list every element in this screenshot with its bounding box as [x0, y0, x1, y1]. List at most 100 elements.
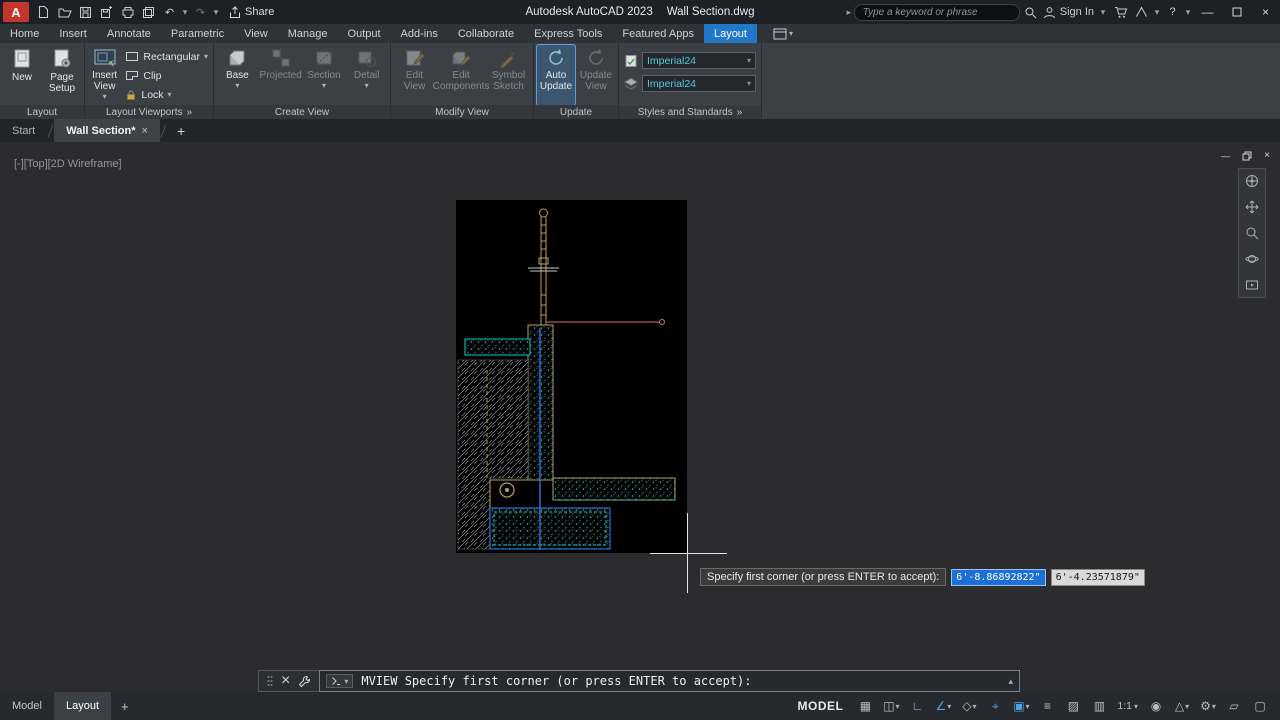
dynamic-input-x-field[interactable]: 6'-8.86892822" — [951, 569, 1045, 586]
transparency-toggle[interactable]: ▨ — [1061, 695, 1085, 717]
new-layout-tab-button[interactable]: + — [111, 699, 139, 714]
polar-tracking-toggle[interactable]: ∠▾ — [931, 695, 955, 717]
drag-grip-icon[interactable] — [267, 675, 273, 687]
layout-tab[interactable]: Layout — [54, 692, 111, 720]
command-history-icon[interactable]: ▴ — [1008, 676, 1013, 687]
orbit-button[interactable] — [1243, 250, 1261, 268]
window-close-button[interactable]: × — [1251, 0, 1280, 24]
ribbon-display-toggle[interactable]: ▾ — [767, 24, 799, 43]
panel-label-create-view[interactable]: Create View — [214, 105, 390, 119]
save-button[interactable] — [75, 0, 96, 24]
file-tab-wall-section[interactable]: Wall Section* × — [54, 119, 160, 142]
steering-wheel-button[interactable] — [1243, 172, 1261, 190]
lineweight-toggle[interactable]: ≡ — [1035, 695, 1059, 717]
search-input[interactable] — [854, 4, 1020, 21]
account-dropdown[interactable]: ▾ — [1152, 7, 1162, 18]
undo-button[interactable]: ↶ — [159, 0, 180, 24]
snap-mode-toggle[interactable]: ◫▾ — [879, 695, 903, 717]
panel-label-styles-standards[interactable]: Styles and Standards » — [619, 106, 761, 119]
save-as-button[interactable] — [96, 0, 117, 24]
panel-label-layout-viewports[interactable]: Layout Viewports » — [85, 105, 213, 119]
page-setup-button[interactable]: Page Setup — [43, 45, 81, 105]
lock-viewport-dropdown[interactable]: Lock ▾ — [123, 85, 210, 104]
dynamic-input-y-field[interactable]: 6'-4.23571879" — [1051, 569, 1145, 586]
tab-home[interactable]: Home — [0, 24, 49, 43]
section-view-button[interactable]: Section ▾ — [304, 45, 345, 105]
base-view-button[interactable]: Base ▾ — [217, 45, 258, 105]
panel-label-layout[interactable]: Layout — [0, 105, 84, 119]
application-menu-button[interactable]: A — [3, 2, 29, 22]
layout-paper[interactable] — [456, 200, 687, 553]
drafting-standard-select[interactable]: Imperial24 ▾ — [642, 52, 756, 69]
symbol-sketch-button[interactable]: Symbol Sketch — [487, 45, 530, 105]
tab-insert[interactable]: Insert — [49, 24, 97, 43]
customize-wrench-icon[interactable] — [298, 675, 311, 688]
command-input-field[interactable]: ▾ MVIEW Specify first corner (or press E… — [319, 670, 1020, 692]
close-tab-icon[interactable]: × — [142, 125, 148, 137]
annotation-scale-control[interactable]: 1:1▾ — [1113, 695, 1142, 717]
new-drawing-tab-button[interactable]: + — [167, 119, 195, 142]
doc-restore-icon[interactable] — [1242, 151, 1252, 161]
object-snap-toggle[interactable]: ▣▾ — [1009, 695, 1033, 717]
open-file-button[interactable] — [54, 0, 75, 24]
plot-button[interactable] — [117, 0, 138, 24]
doc-minimize-icon[interactable]: — — [1221, 151, 1230, 161]
tab-collaborate[interactable]: Collaborate — [448, 24, 524, 43]
insert-view-button[interactable]: Insert View ▾ — [88, 45, 121, 105]
update-view-button[interactable]: Update View — [577, 45, 615, 105]
autoscale-toggle[interactable]: △▾ — [1170, 695, 1194, 717]
pan-button[interactable] — [1243, 198, 1261, 216]
viewport-shape-dropdown[interactable]: Rectangular ▾ — [123, 47, 210, 66]
window-minimize-button[interactable]: — — [1193, 0, 1222, 24]
help-button[interactable]: ? — [1162, 0, 1183, 24]
drawing-area[interactable]: [-][Top][2D Wireframe] — × — [0, 142, 1280, 692]
model-tab[interactable]: Model — [0, 692, 54, 720]
clip-viewport-button[interactable]: Clip — [123, 66, 210, 85]
close-command-line-icon[interactable]: × — [281, 672, 290, 690]
panel-label-modify-view[interactable]: Modify View — [391, 105, 533, 119]
selection-cycling-toggle[interactable]: ▥ — [1087, 695, 1111, 717]
command-prompt-chip[interactable]: ▾ — [326, 674, 353, 688]
clean-screen-button[interactable]: ▢ — [1248, 695, 1272, 717]
object-snap-tracking-toggle[interactable]: ⌖ — [983, 695, 1007, 717]
new-file-button[interactable] — [33, 0, 54, 24]
ortho-mode-toggle[interactable]: ∟ — [905, 695, 929, 717]
help-dropdown[interactable]: ▾ — [1183, 7, 1193, 18]
app-store-button[interactable] — [1110, 0, 1131, 24]
annotation-visibility-toggle[interactable]: ◉ — [1144, 695, 1168, 717]
new-layout-button[interactable]: New — [3, 45, 41, 105]
autodesk-account-button[interactable] — [1131, 0, 1152, 24]
tab-add-ins[interactable]: Add-ins — [391, 24, 448, 43]
auto-update-toggle[interactable]: Auto Update — [537, 45, 575, 105]
annotation-monitor-toggle[interactable]: ▱ — [1222, 695, 1246, 717]
panel-label-update[interactable]: Update — [534, 105, 618, 119]
edit-view-button[interactable]: Edit View — [394, 45, 435, 105]
tab-layout[interactable]: Layout — [704, 24, 757, 43]
tab-view[interactable]: View — [234, 24, 278, 43]
publish-button[interactable] — [138, 0, 159, 24]
search-button[interactable] — [1020, 0, 1041, 24]
search-collapse-arrow[interactable]: ▸ — [844, 7, 854, 18]
grid-display-toggle[interactable]: ▦ — [853, 695, 877, 717]
model-paper-space-toggle[interactable]: MODEL — [790, 695, 852, 717]
isometric-drafting-toggle[interactable]: ◇▾ — [957, 695, 981, 717]
detail-view-button[interactable]: Detail ▾ — [346, 45, 387, 105]
tab-featured-apps[interactable]: Featured Apps — [612, 24, 704, 43]
zoom-button[interactable] — [1243, 224, 1261, 242]
tab-manage[interactable]: Manage — [278, 24, 338, 43]
viewport-controls-label[interactable]: [-][Top][2D Wireframe] — [14, 158, 122, 170]
tab-express-tools[interactable]: Express Tools — [524, 24, 612, 43]
window-maximize-button[interactable] — [1222, 0, 1251, 24]
tab-annotate[interactable]: Annotate — [97, 24, 161, 43]
tab-output[interactable]: Output — [338, 24, 391, 43]
layer-standard-select[interactable]: Imperial24 ▾ — [642, 75, 756, 92]
doc-close-icon[interactable]: × — [1264, 150, 1270, 161]
tab-parametric[interactable]: Parametric — [161, 24, 234, 43]
edit-components-button[interactable]: Edit Components — [437, 45, 485, 105]
sign-in-button[interactable]: Sign In ▾ — [1043, 6, 1108, 19]
projected-view-button[interactable]: Projected — [260, 45, 302, 105]
qat-customize-dropdown[interactable]: ▾ — [211, 7, 221, 18]
file-tab-start[interactable]: Start — [0, 119, 47, 142]
workspace-switching-button[interactable]: ⚙▾ — [1196, 695, 1220, 717]
share-button[interactable]: Share — [229, 6, 274, 19]
